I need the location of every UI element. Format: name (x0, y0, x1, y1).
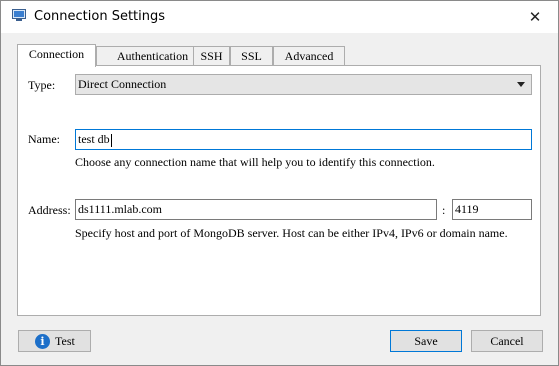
name-hint: Choose any connection name that will hel… (75, 155, 435, 169)
type-label: Type: (28, 78, 56, 92)
connection-name-input[interactable]: test db (75, 129, 532, 150)
name-label: Name: (28, 132, 60, 146)
close-icon[interactable]: ✕ (521, 5, 549, 29)
connection-tab-panel: Type: Direct Connection Name: test db Ch… (17, 65, 541, 316)
text-cursor (110, 133, 112, 147)
tab-advanced[interactable]: Advanced (273, 46, 345, 65)
port-input[interactable]: 4119 (452, 199, 532, 220)
window-title: Connection Settings (34, 9, 166, 24)
connection-settings-dialog: Connection Settings ✕ Connection Authent… (0, 0, 559, 366)
address-hint: Specify host and port of MongoDB server.… (75, 226, 508, 240)
title-bar: Connection Settings ✕ (1, 1, 558, 33)
host-value: ds1111.mlab.com (78, 202, 162, 216)
window-app-icon (12, 9, 26, 21)
port-value: 4119 (455, 202, 479, 216)
save-button[interactable]: Save (390, 330, 462, 352)
tab-ssh[interactable]: SSH (193, 46, 230, 65)
connection-name-value: test db (78, 132, 110, 146)
info-icon: i (35, 334, 50, 349)
host-input[interactable]: ds1111.mlab.com (75, 199, 437, 220)
test-button-label: Test (55, 334, 75, 348)
tab-ssl[interactable]: SSL (230, 46, 273, 65)
connection-type-value: Direct Connection (78, 77, 167, 91)
cancel-button[interactable]: Cancel (471, 330, 543, 352)
connection-type-select[interactable]: Direct Connection (75, 74, 532, 95)
test-button[interactable]: i Test (18, 330, 91, 352)
address-label: Address: (28, 203, 71, 217)
tab-connection[interactable]: Connection (17, 44, 96, 67)
port-separator: : (442, 203, 446, 217)
chevron-down-icon (517, 82, 525, 87)
